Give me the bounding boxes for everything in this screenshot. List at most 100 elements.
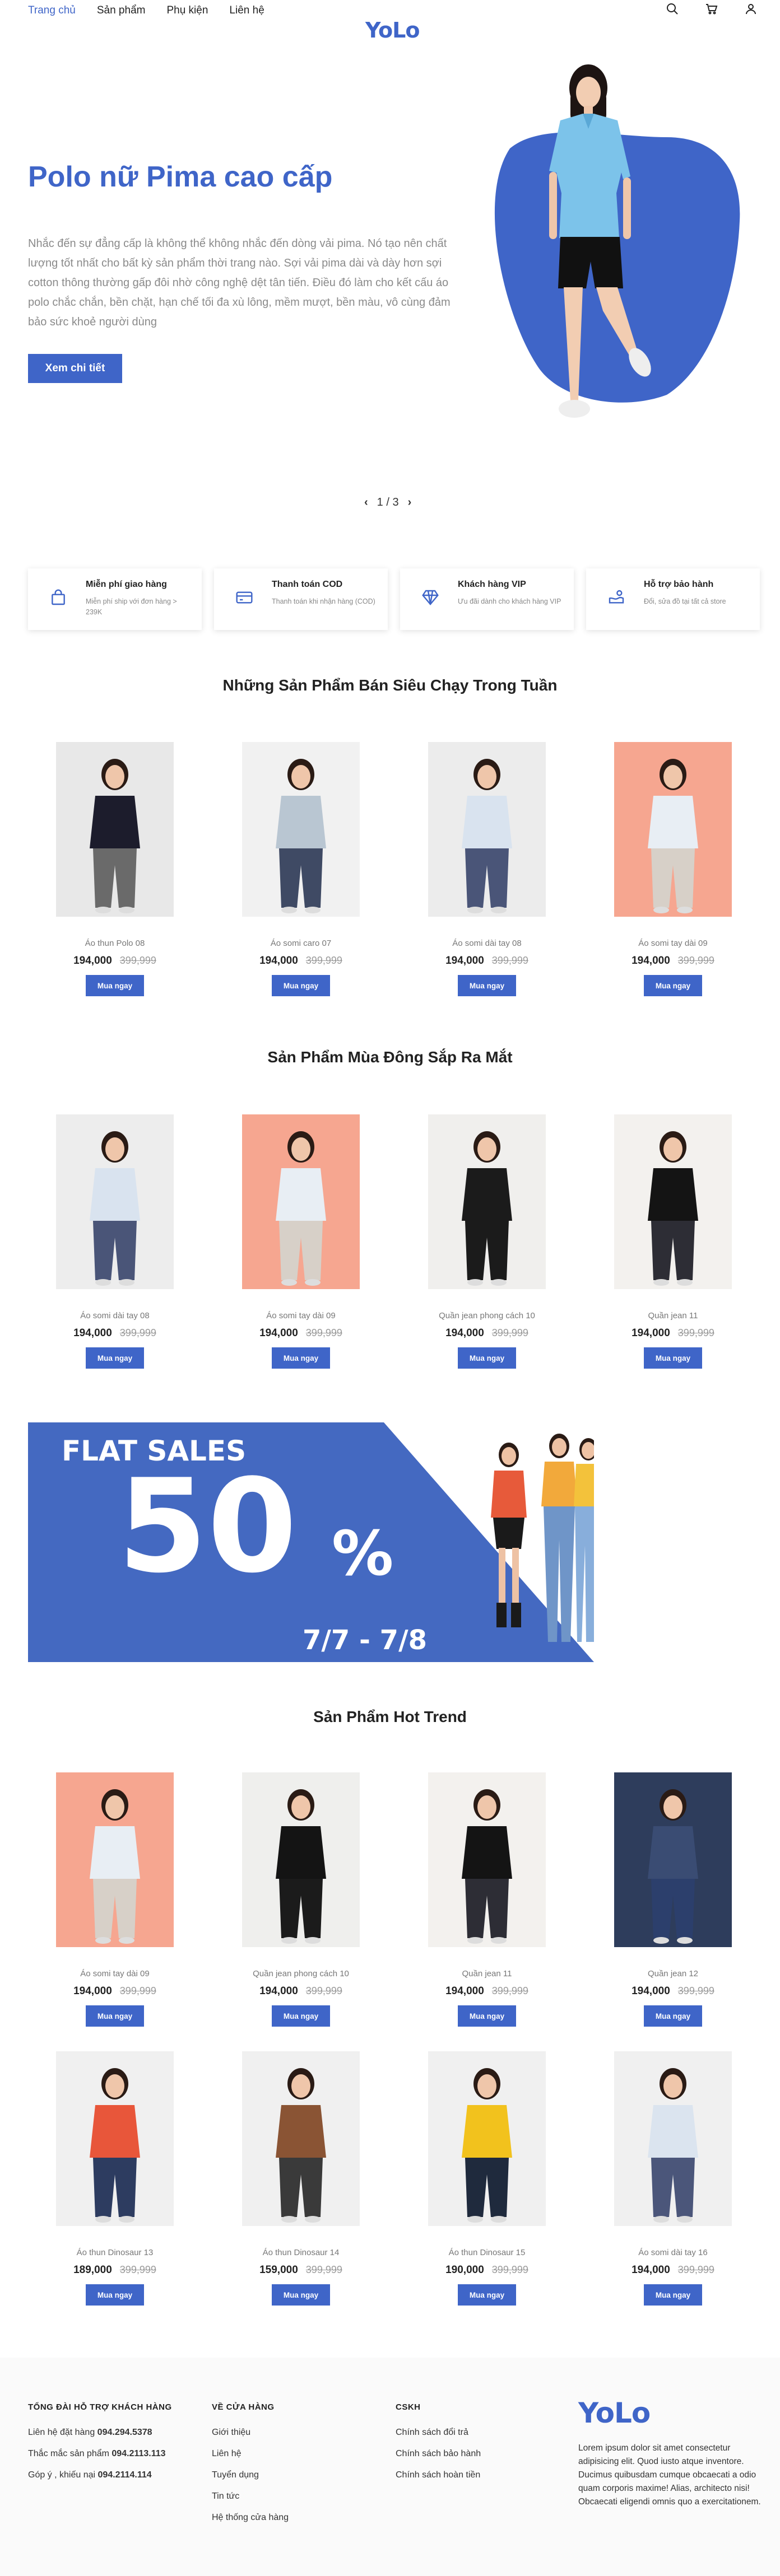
product-name[interactable]: Quần jean 11 [428,1969,546,1978]
product-card[interactable]: Áo somi dài tay 16 194,000 399,999 Mua ng… [614,2051,732,2306]
product-card[interactable]: Áo somi tay dài 09 194,000 399,999 Mua ng… [614,742,732,996]
buy-now-button[interactable]: Mua ngay [86,2005,144,2027]
product-image[interactable] [56,1114,174,1289]
footer-cskh: CSKH Chính sách đổi trả Chính sách bảo h… [396,2402,481,2491]
product-image[interactable] [428,2051,546,2226]
user-icon[interactable] [744,2,758,16]
footer-link[interactable]: Tin tức [212,2491,289,2502]
product-name[interactable]: Áo thun Dinosaur 15 [428,2248,546,2257]
product-image[interactable] [428,742,546,917]
buy-now-button[interactable]: Mua ngay [272,2284,330,2306]
bag-icon [52,589,65,605]
footer-heading: CSKH [396,2402,421,2412]
footer-about-store: VỀ CỬA HÀNG Giới thiệu Liên hệ Tuyển dụn… [212,2402,289,2534]
product-image[interactable] [242,742,360,917]
buy-now-button[interactable]: Mua ngay [272,975,330,996]
product-name[interactable]: Áo somi tay dài 09 [242,1311,360,1320]
product-name[interactable]: Áo somi caro 07 [242,939,360,948]
product-card[interactable]: Áo thun Dinosaur 14 159,000 399,999 Mua n… [242,2051,360,2306]
nav-item-accessories[interactable]: Phụ kiện [166,4,208,17]
product-card[interactable]: Áo somi tay dài 09 194,000 399,999 Mua ng… [242,1114,360,1369]
feature-desc: Đổi, sửa đồ tại tất cả store [644,598,726,605]
search-icon[interactable] [666,2,679,16]
buy-now-button[interactable]: Mua ngay [86,2284,144,2306]
product-image[interactable] [56,2051,174,2226]
product-image[interactable] [614,1114,732,1289]
product-image[interactable] [56,742,174,917]
product-name[interactable]: Áo thun Dinosaur 13 [56,2248,174,2257]
nav-item-home[interactable]: Trang chủ [28,4,76,17]
product-name[interactable]: Quần jean 12 [614,1969,732,1978]
product-name[interactable]: Áo somi dài tay 16 [614,2248,732,2257]
prev-arrow-icon[interactable]: ‹ [364,496,368,509]
site-logo[interactable]: YoLo [365,18,420,43]
product-card[interactable]: Quần jean 11 194,000 399,999 Mua ngay [428,1772,546,2027]
hero-detail-button[interactable]: Xem chi tiết [28,354,122,383]
product-name[interactable]: Áo somi tay dài 09 [56,1969,174,1978]
product-prices: 194,000 399,999 [242,1985,360,1998]
buy-now-button[interactable]: Mua ngay [458,2005,516,2027]
product-card[interactable]: Áo somi dài tay 08 194,000 399,999 Mua ng… [428,742,546,996]
product-prices: 194,000 399,999 [56,1985,174,1998]
product-image[interactable] [56,1772,174,1947]
product-card[interactable]: Áo thun Polo 08 194,000 399,999 Mua ngay [56,742,174,996]
buy-now-button[interactable]: Mua ngay [644,2284,702,2306]
buy-now-button[interactable]: Mua ngay [644,2005,702,2027]
product-image[interactable] [428,1772,546,1947]
product-card[interactable]: Áo somi dài tay 08 194,000 399,999 Mua ng… [56,1114,174,1369]
buy-now-button[interactable]: Mua ngay [644,1347,702,1369]
flat-sales-banner[interactable]: FLAT SALES 50 % 7/7 - 7/8 [28,1422,594,1662]
buy-now-button[interactable]: Mua ngay [458,1347,516,1369]
product-name[interactable]: Áo somi dài tay 08 [56,1311,174,1320]
product-card[interactable]: Áo somi tay dài 09 194,000 399,999 Mua ng… [56,1772,174,2027]
product-image[interactable] [614,742,732,917]
product-card[interactable]: Áo somi caro 07 194,000 399,999 Mua ngay [242,742,360,996]
next-arrow-icon[interactable]: › [408,496,412,509]
footer-logo[interactable]: YoLo [578,2397,651,2429]
buy-now-button[interactable]: Mua ngay [272,2005,330,2027]
product-image[interactable] [614,2051,732,2226]
product-image[interactable] [242,2051,360,2226]
product-card[interactable]: Quần jean phong cách 10 194,000 399,999 M… [428,1114,546,1369]
buy-now-button[interactable]: Mua ngay [458,2284,516,2306]
product-card[interactable]: Quần jean 12 194,000 399,999 Mua ngay [614,1772,732,2027]
buy-now-button[interactable]: Mua ngay [86,975,144,996]
footer-phone-feedback[interactable]: Góp ý , khiếu nại 094.2114.114 [28,2470,172,2480]
nav-item-products[interactable]: Sản phẩm [97,4,146,17]
buy-now-button[interactable]: Mua ngay [644,975,702,996]
product-name[interactable]: Áo thun Dinosaur 14 [242,2248,360,2257]
footer-link[interactable]: Hệ thống cửa hàng [212,2513,289,2523]
footer-link[interactable]: Chính sách hoàn tiền [396,2470,481,2480]
footer-link[interactable]: Tuyển dụng [212,2470,289,2480]
product-card[interactable]: Quần jean 11 194,000 399,999 Mua ngay [614,1114,732,1369]
buy-now-button[interactable]: Mua ngay [458,975,516,996]
product-name[interactable]: Áo somi tay dài 09 [614,939,732,948]
site-header: Trang chủ Sản phẩm Phụ kiện Liên hệ YoLo [0,0,780,43]
product-image[interactable] [428,1114,546,1289]
product-name[interactable]: Áo somi dài tay 08 [428,939,546,948]
footer-link[interactable]: Liên hệ [212,2449,289,2459]
buy-now-button[interactable]: Mua ngay [86,1347,144,1369]
product-name[interactable]: Quần jean phong cách 10 [428,1311,546,1320]
product-image[interactable] [242,1772,360,1947]
product-name[interactable]: Quần jean 11 [614,1311,732,1320]
product-image[interactable] [242,1114,360,1289]
hero-pager: ‹ 1 / 3 › [364,496,411,509]
product-prices: 194,000 399,999 [428,1985,546,1998]
product-old-price: 399,999 [305,1327,342,1338]
footer-link[interactable]: Giới thiệu [212,2428,289,2438]
product-name[interactable]: Quần jean phong cách 10 [242,1969,360,1978]
product-card[interactable]: Áo thun Dinosaur 13 189,000 399,999 Mua n… [56,2051,174,2306]
footer-link[interactable]: Chính sách đổi trả [396,2428,481,2438]
product-name[interactable]: Áo thun Polo 08 [56,939,174,948]
product-old-price: 399,999 [491,1327,528,1338]
footer-link[interactable]: Chính sách bảo hành [396,2449,481,2459]
footer-phone-order[interactable]: Liên hệ đặt hàng 094.294.5378 [28,2428,172,2438]
footer-phone-product[interactable]: Thắc mắc sản phẩm 094.2113.113 [28,2449,172,2459]
product-image[interactable] [614,1772,732,1947]
buy-now-button[interactable]: Mua ngay [272,1347,330,1369]
nav-item-contact[interactable]: Liên hệ [229,4,264,17]
product-card[interactable]: Quần jean phong cách 10 194,000 399,999 M… [242,1772,360,2027]
product-card[interactable]: Áo thun Dinosaur 15 190,000 399,999 Mua n… [428,2051,546,2306]
cart-icon[interactable] [705,2,718,16]
